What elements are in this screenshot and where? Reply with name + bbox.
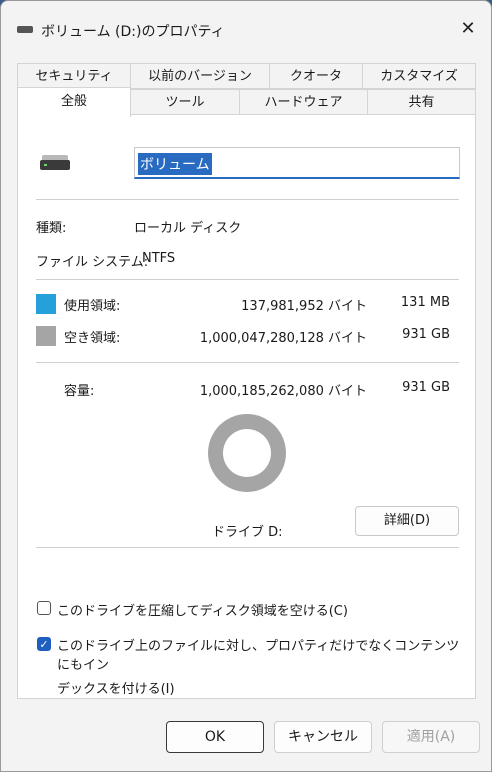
tab-hardware[interactable]: ハードウェア bbox=[239, 89, 368, 115]
type-label: 種類: bbox=[36, 221, 67, 236]
compress-drive-label: このドライブを圧縮してディスク領域を空ける(C) bbox=[57, 604, 348, 619]
used-space-size: 131 MB bbox=[400, 295, 450, 310]
index-drive-label-line2: デックスを付ける(I) bbox=[57, 682, 175, 697]
general-panel: ボリューム 種類: ローカル ディスク ファイル システム: NTFS 使用領域… bbox=[17, 114, 476, 699]
type-value: ローカル ディスク bbox=[134, 221, 242, 236]
tab-tools[interactable]: ツール bbox=[130, 89, 240, 115]
disk-cleanup-details-button[interactable]: 詳細(D) bbox=[355, 506, 459, 536]
tab-security[interactable]: セキュリティ bbox=[17, 63, 131, 89]
tab-customize[interactable]: カスタマイズ bbox=[362, 63, 476, 89]
free-space-swatch bbox=[36, 326, 56, 346]
tab-sharing[interactable]: 共有 bbox=[367, 89, 476, 115]
title-bar: ボリューム (D:)のプロパティ ✕ bbox=[1, 1, 491, 53]
separator bbox=[36, 362, 459, 363]
tab-quota[interactable]: クオータ bbox=[269, 63, 363, 89]
index-drive-checkbox[interactable]: ✓ bbox=[37, 637, 51, 651]
separator bbox=[36, 547, 459, 548]
capacity-label: 容量: bbox=[64, 384, 95, 399]
tab-previous-versions[interactable]: 以前のバージョン bbox=[130, 63, 270, 89]
compress-drive-checkbox[interactable] bbox=[37, 601, 51, 615]
properties-dialog: ボリューム (D:)のプロパティ ✕ セキュリティ 以前のバージョン クオータ … bbox=[0, 0, 492, 772]
drive-icon bbox=[17, 26, 33, 33]
volume-name-input[interactable]: ボリューム bbox=[134, 147, 460, 179]
drive-label: ドライブ D: bbox=[212, 525, 283, 540]
cancel-button[interactable]: キャンセル bbox=[274, 721, 372, 753]
free-space-size: 931 GB bbox=[402, 327, 450, 342]
used-space-swatch bbox=[36, 294, 56, 314]
free-space-label: 空き領域: bbox=[64, 331, 121, 346]
index-drive-label: このドライブ上のファイルに対し、プロパティだけでなくコンテンツにもイン デックス… bbox=[57, 635, 467, 697]
hard-drive-icon bbox=[40, 155, 70, 171]
volume-name-text: ボリューム bbox=[138, 153, 212, 175]
free-space-bytes: 1,000,047,280,128 バイト bbox=[199, 331, 367, 346]
index-drive-label-line1: このドライブ上のファイルに対し、プロパティだけでなくコンテンツにもイン bbox=[57, 639, 460, 673]
separator bbox=[36, 279, 459, 280]
disk-usage-donut bbox=[208, 414, 286, 492]
close-button[interactable]: ✕ bbox=[445, 9, 491, 47]
capacity-bytes: 1,000,185,262,080 バイト bbox=[199, 384, 367, 399]
filesystem-label: ファイル システム: bbox=[36, 255, 149, 270]
used-space-label: 使用領域: bbox=[64, 299, 121, 314]
used-space-bytes: 137,981,952 バイト bbox=[241, 299, 367, 314]
apply-button[interactable]: 適用(A) bbox=[382, 721, 480, 753]
checkmark-icon: ✓ bbox=[39, 638, 49, 651]
close-icon: ✕ bbox=[460, 17, 476, 39]
window-title: ボリューム (D:)のプロパティ bbox=[41, 24, 225, 40]
tab-general[interactable]: 全般 bbox=[17, 87, 131, 117]
ok-button[interactable]: OK bbox=[166, 721, 264, 753]
filesystem-value: NTFS bbox=[142, 251, 176, 266]
separator bbox=[36, 199, 459, 200]
capacity-size: 931 GB bbox=[402, 380, 450, 395]
